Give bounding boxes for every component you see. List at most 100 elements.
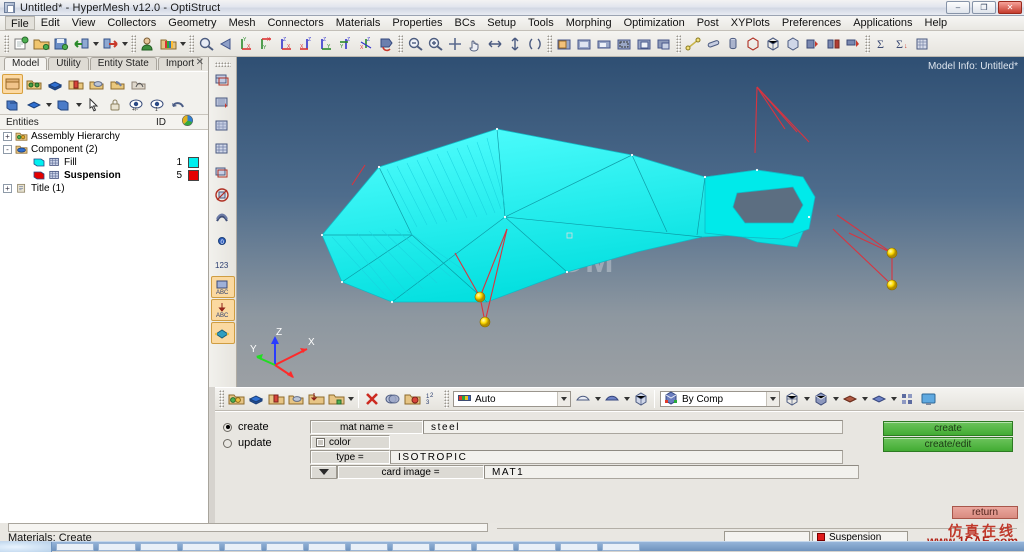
- create-curve-icon[interactable]: [286, 389, 306, 409]
- maximize-button[interactable]: ❐: [972, 1, 996, 14]
- fit-view-icon[interactable]: [196, 34, 216, 54]
- shrink-element-icon[interactable]: [210, 322, 235, 344]
- shaded-surface-dropdown-arrow-icon[interactable]: [622, 389, 631, 409]
- new-model-icon[interactable]: [11, 34, 31, 54]
- menu-connectors[interactable]: Connectors: [261, 16, 329, 30]
- card-image-dropdown-icon[interactable]: [310, 465, 337, 479]
- taskbar-item[interactable]: [140, 543, 178, 551]
- export-icon[interactable]: [100, 34, 120, 54]
- taskbar-item[interactable]: [98, 543, 136, 551]
- collapse-icon[interactable]: -: [3, 145, 12, 154]
- view-zy-icon[interactable]: ZY: [336, 34, 356, 54]
- taskbar-item[interactable]: [476, 543, 514, 551]
- open-model-icon[interactable]: [31, 34, 51, 54]
- surface-display-icon[interactable]: [573, 389, 593, 409]
- user-profile-icon[interactable]: [138, 34, 158, 54]
- no-display-icon[interactable]: [211, 184, 235, 206]
- taskbar-item[interactable]: [392, 543, 430, 551]
- capture-window-icon[interactable]: [634, 34, 654, 54]
- delete-icon[interactable]: [362, 389, 382, 409]
- group-icon[interactable]: [107, 74, 128, 94]
- dock-close-icon[interactable]: ✕: [196, 57, 204, 69]
- wireframe-icon[interactable]: [782, 389, 802, 409]
- save-model-icon[interactable]: [51, 34, 71, 54]
- menu-file[interactable]: File: [5, 16, 35, 30]
- import-dropdown-arrow-icon[interactable]: [91, 34, 100, 54]
- view-yz-icon[interactable]: ZY: [316, 34, 336, 54]
- taskbar-item[interactable]: [350, 543, 388, 551]
- element-display-icon[interactable]: [211, 161, 235, 183]
- arrow-vertical-icon[interactable]: [505, 34, 525, 54]
- toolbar-grip[interactable]: [219, 390, 224, 408]
- show-hide-icon[interactable]: +/-: [125, 95, 146, 115]
- by-mode-combo[interactable]: By Comp: [660, 390, 780, 407]
- type-value[interactable]: ISOTROPIC: [390, 450, 843, 464]
- tree-row[interactable]: - Component (2): [0, 143, 208, 156]
- export-dropdown-arrow-icon[interactable]: [120, 34, 129, 54]
- toolbar-grip[interactable]: [131, 34, 136, 53]
- view-iso-icon[interactable]: ZX: [356, 34, 376, 54]
- vertical-toolbar-grip[interactable]: [214, 62, 231, 67]
- shaded-icon[interactable]: [869, 389, 889, 409]
- tree-row-color-swatch[interactable]: [188, 170, 199, 181]
- toolbar-grip[interactable]: [189, 34, 194, 53]
- shaded-surface-icon[interactable]: [602, 389, 622, 409]
- update-radio[interactable]: [223, 438, 232, 448]
- assign-property-icon[interactable]: [306, 389, 326, 409]
- load-userprofile-icon[interactable]: [158, 34, 178, 54]
- number-123-icon[interactable]: 123: [211, 253, 235, 275]
- taskbar-item[interactable]: [602, 543, 640, 551]
- hidden-line-dropdown-arrow-icon[interactable]: [831, 389, 840, 409]
- toolbar-grip[interactable]: [4, 34, 9, 53]
- display-panel-icon[interactable]: [211, 69, 235, 91]
- menu-collectors[interactable]: Collectors: [101, 16, 162, 30]
- minimize-button[interactable]: –: [946, 1, 970, 14]
- organize-icon[interactable]: [382, 389, 402, 409]
- taskbar-item[interactable]: [56, 543, 94, 551]
- color-mode-combo[interactable]: Auto: [453, 391, 571, 407]
- tree-row[interactable]: + Title (1): [0, 182, 208, 195]
- taskbar-item[interactable]: [266, 543, 304, 551]
- menu-edit[interactable]: Edit: [35, 16, 66, 30]
- capture-select-icon[interactable]: [614, 34, 634, 54]
- property-icon[interactable]: [65, 74, 86, 94]
- rigid-display-icon[interactable]: [211, 207, 235, 229]
- pan-icon[interactable]: [465, 34, 485, 54]
- menu-tools[interactable]: Tools: [522, 16, 560, 30]
- tab-utility[interactable]: Utility: [48, 57, 89, 70]
- by-mode-dropdown-icon[interactable]: [766, 392, 779, 406]
- tree-row-color-swatch[interactable]: [188, 183, 199, 194]
- toolbar-grip[interactable]: [444, 390, 449, 408]
- mat-name-input[interactable]: steel: [423, 420, 843, 434]
- taskbar-item[interactable]: [434, 543, 472, 551]
- taskbar-item[interactable]: [224, 543, 262, 551]
- menu-applications[interactable]: Applications: [847, 16, 918, 30]
- summation-icon[interactable]: Σ: [872, 34, 892, 54]
- circle-rotate-icon[interactable]: [525, 34, 545, 54]
- load-userprofile-dropdown-arrow-icon[interactable]: [178, 34, 187, 54]
- tree-row-color-swatch[interactable]: [188, 144, 199, 155]
- toolbar-grip[interactable]: [865, 34, 870, 53]
- tab-entity-state[interactable]: Entity State: [89, 57, 157, 70]
- expand-icon[interactable]: +: [3, 132, 12, 141]
- menu-help[interactable]: Help: [919, 16, 954, 30]
- close-button[interactable]: ✕: [998, 1, 1022, 14]
- menu-optimization[interactable]: Optimization: [618, 16, 691, 30]
- taskbar-item[interactable]: [518, 543, 556, 551]
- pick-cursor-icon[interactable]: [83, 95, 104, 115]
- create-button[interactable]: create: [883, 421, 1013, 436]
- capture-export-icon[interactable]: [654, 34, 674, 54]
- undo-view-icon[interactable]: [167, 95, 188, 115]
- menu-properties[interactable]: Properties: [386, 16, 448, 30]
- create-radio-row[interactable]: create: [223, 420, 272, 434]
- command-input[interactable]: [8, 523, 488, 532]
- color-button[interactable]: color: [310, 435, 390, 449]
- menu-materials[interactable]: Materials: [330, 16, 387, 30]
- update-radio-row[interactable]: update: [223, 436, 272, 450]
- menu-xyplots[interactable]: XYPlots: [725, 16, 776, 30]
- menu-geometry[interactable]: Geometry: [162, 16, 222, 30]
- line-edit-icon[interactable]: [703, 34, 723, 54]
- zoom-out-icon[interactable]: [405, 34, 425, 54]
- node-id-icon[interactable]: 0: [211, 230, 235, 252]
- element-abc-icon[interactable]: ABC: [210, 276, 235, 298]
